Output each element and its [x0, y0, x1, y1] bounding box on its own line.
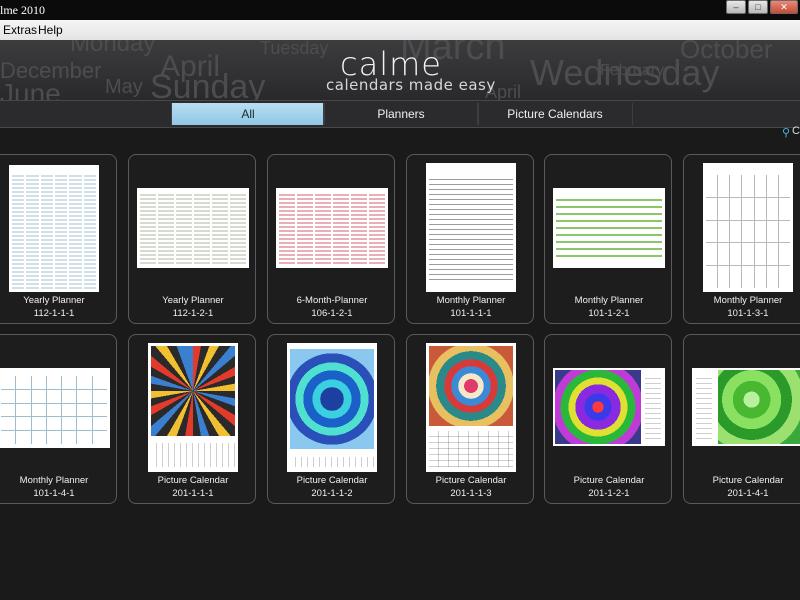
- template-thumbnail: [276, 188, 388, 268]
- template-card[interactable]: Monthly Planner 101-1-3-1: [683, 154, 800, 324]
- template-code: 201-1-1-3: [450, 488, 492, 499]
- template-name: 6-Month-Planner: [296, 295, 368, 306]
- template-thumbnail: [0, 368, 110, 448]
- template-name: Picture Calendar: [157, 475, 229, 486]
- template-card[interactable]: Picture Calendar 201-1-4-1: [683, 334, 800, 504]
- template-card[interactable]: Picture Calendar 201-1-1-1: [128, 334, 256, 504]
- template-card[interactable]: Yearly Planner 112-1-1-1: [0, 154, 117, 324]
- template-code: 101-1-3-1: [727, 308, 769, 319]
- menu-help[interactable]: Help: [38, 23, 63, 37]
- template-name: Picture Calendar: [296, 475, 368, 486]
- template-name: Monthly Planner: [574, 295, 644, 306]
- background-word: Tuesday: [260, 40, 329, 58]
- category-tab-bar: All Planners Picture Calendars: [0, 100, 800, 128]
- background-word: Wednesday: [530, 52, 720, 93]
- template-card[interactable]: Monthly Planner 101-1-2-1: [544, 154, 672, 324]
- template-name: Monthly Planner: [19, 475, 89, 486]
- minimize-button[interactable]: –: [726, 0, 746, 14]
- template-thumbnail: [553, 368, 665, 446]
- template-card[interactable]: Picture Calendar 201-1-2-1: [544, 334, 672, 504]
- template-name: Picture Calendar: [435, 475, 507, 486]
- kaleidoscope-image: [718, 370, 800, 444]
- background-word: June: [0, 78, 61, 100]
- template-code: 112-1-1-1: [33, 308, 75, 319]
- template-name: Picture Calendar: [573, 475, 645, 486]
- template-card[interactable]: Picture Calendar 201-1-1-2: [267, 334, 395, 504]
- template-code: 101-1-2-1: [588, 308, 630, 319]
- template-thumbnail: [692, 368, 800, 446]
- template-name: Yearly Planner: [23, 295, 85, 306]
- template-card[interactable]: Yearly Planner 112-1-2-1: [128, 154, 256, 324]
- template-card[interactable]: 6-Month-Planner 106-1-2-1: [267, 154, 395, 324]
- template-card[interactable]: Monthly Planner 101-1-1-1: [406, 154, 534, 324]
- kaleidoscope-image: [555, 370, 641, 444]
- app-tagline: calendars made easy: [326, 76, 496, 94]
- kaleidoscope-image: [151, 346, 235, 436]
- window-title: lme 2010: [0, 3, 45, 17]
- tab-planners[interactable]: Planners: [323, 103, 479, 125]
- template-name: Yearly Planner: [162, 295, 224, 306]
- background-word: May: [105, 76, 143, 98]
- template-card[interactable]: Monthly Planner 101-1-4-1: [0, 334, 117, 504]
- template-thumbnail: [148, 343, 238, 472]
- template-card[interactable]: Picture Calendar 201-1-1-3: [406, 334, 534, 504]
- template-code: 101-1-4-1: [33, 488, 75, 499]
- template-name: Monthly Planner: [436, 295, 506, 306]
- template-thumbnail: [9, 165, 99, 292]
- menu-bar: Extras Help: [0, 20, 800, 41]
- template-thumbnail: [426, 343, 516, 472]
- kaleidoscope-image: [429, 346, 513, 426]
- template-code: 101-1-1-1: [450, 308, 492, 319]
- header-banner: Monday Tuesday March October December Ap…: [0, 40, 800, 100]
- maximize-button[interactable]: □: [748, 0, 768, 14]
- template-name: Picture Calendar: [712, 475, 784, 486]
- template-thumbnail: [287, 343, 377, 472]
- search-label[interactable]: C: [792, 125, 800, 137]
- template-thumbnail: [703, 163, 793, 292]
- tab-all[interactable]: All: [171, 103, 325, 125]
- window-controls: – □ ✕: [726, 0, 798, 14]
- template-code: 201-1-2-1: [588, 488, 630, 499]
- kaleidoscope-image: [290, 349, 374, 449]
- template-code: 201-1-1-2: [311, 488, 353, 499]
- template-thumbnail: [426, 163, 516, 292]
- background-word: Monday: [70, 40, 156, 57]
- search-icon[interactable]: ⚲: [782, 126, 790, 139]
- template-name: Monthly Planner: [713, 295, 783, 306]
- title-bar: lme 2010 – □ ✕: [0, 0, 800, 20]
- template-code: 201-1-4-1: [727, 488, 769, 499]
- template-code: 112-1-2-1: [172, 308, 214, 319]
- template-thumbnail: [553, 188, 665, 268]
- template-code: 106-1-2-1: [311, 308, 353, 319]
- template-code: 201-1-1-1: [172, 488, 214, 499]
- template-thumbnail: [137, 188, 249, 268]
- tab-picture-calendars[interactable]: Picture Calendars: [477, 103, 633, 125]
- background-word: Sunday: [150, 68, 266, 100]
- close-button[interactable]: ✕: [770, 0, 798, 14]
- menu-extras[interactable]: Extras: [3, 23, 37, 37]
